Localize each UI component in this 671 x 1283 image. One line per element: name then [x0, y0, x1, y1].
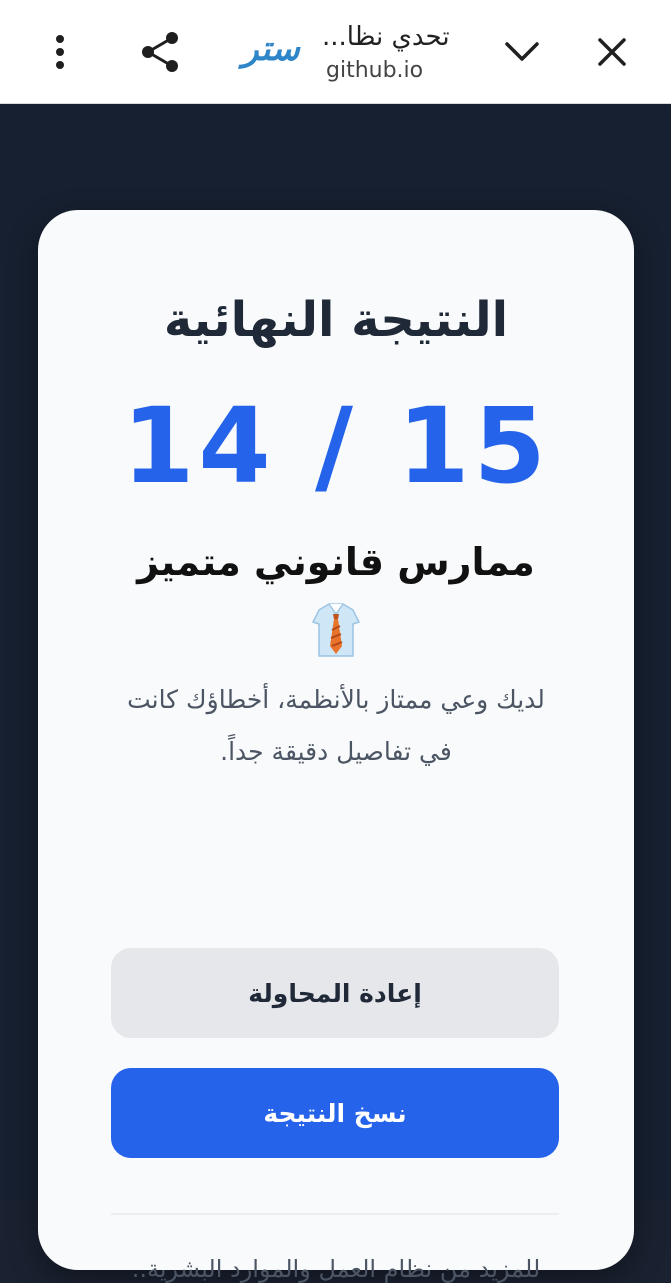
tab-url[interactable]: github.io	[326, 58, 476, 83]
page-title: النتيجة النهائية	[163, 292, 509, 348]
retry-button[interactable]: إعادة المحاولة	[111, 948, 559, 1038]
close-icon[interactable]	[582, 22, 642, 82]
tab-title: تحدي نظا...	[322, 22, 450, 52]
share-icon[interactable]	[130, 22, 190, 82]
more-vert-icon[interactable]	[30, 22, 90, 82]
result-description: لديك وعي ممتاز بالأنظمة، أخطاؤك كانت في …	[127, 685, 545, 766]
rank-title: ممارس قانوني متميز	[137, 540, 535, 584]
copy-result-button[interactable]: نسخ النتيجة	[111, 1068, 559, 1158]
result-card: النتيجة النهائية 14 / 15 ممارس قانوني مت…	[38, 210, 634, 1283]
page-background: النتيجة النهائية 14 / 15 ممارس قانوني مت…	[0, 105, 671, 1283]
divider	[111, 1213, 559, 1215]
shirt-tie-emoji	[311, 602, 361, 658]
footer-text: للمزيد من نظام العمل والموارد البشرية..	[131, 1255, 541, 1283]
chevron-down-icon[interactable]	[492, 22, 552, 82]
score-display: 14 / 15	[122, 385, 550, 507]
browser-top-bar: ستر تحدي نظا... github.io	[0, 0, 671, 104]
site-logo: ستر	[242, 29, 300, 69]
